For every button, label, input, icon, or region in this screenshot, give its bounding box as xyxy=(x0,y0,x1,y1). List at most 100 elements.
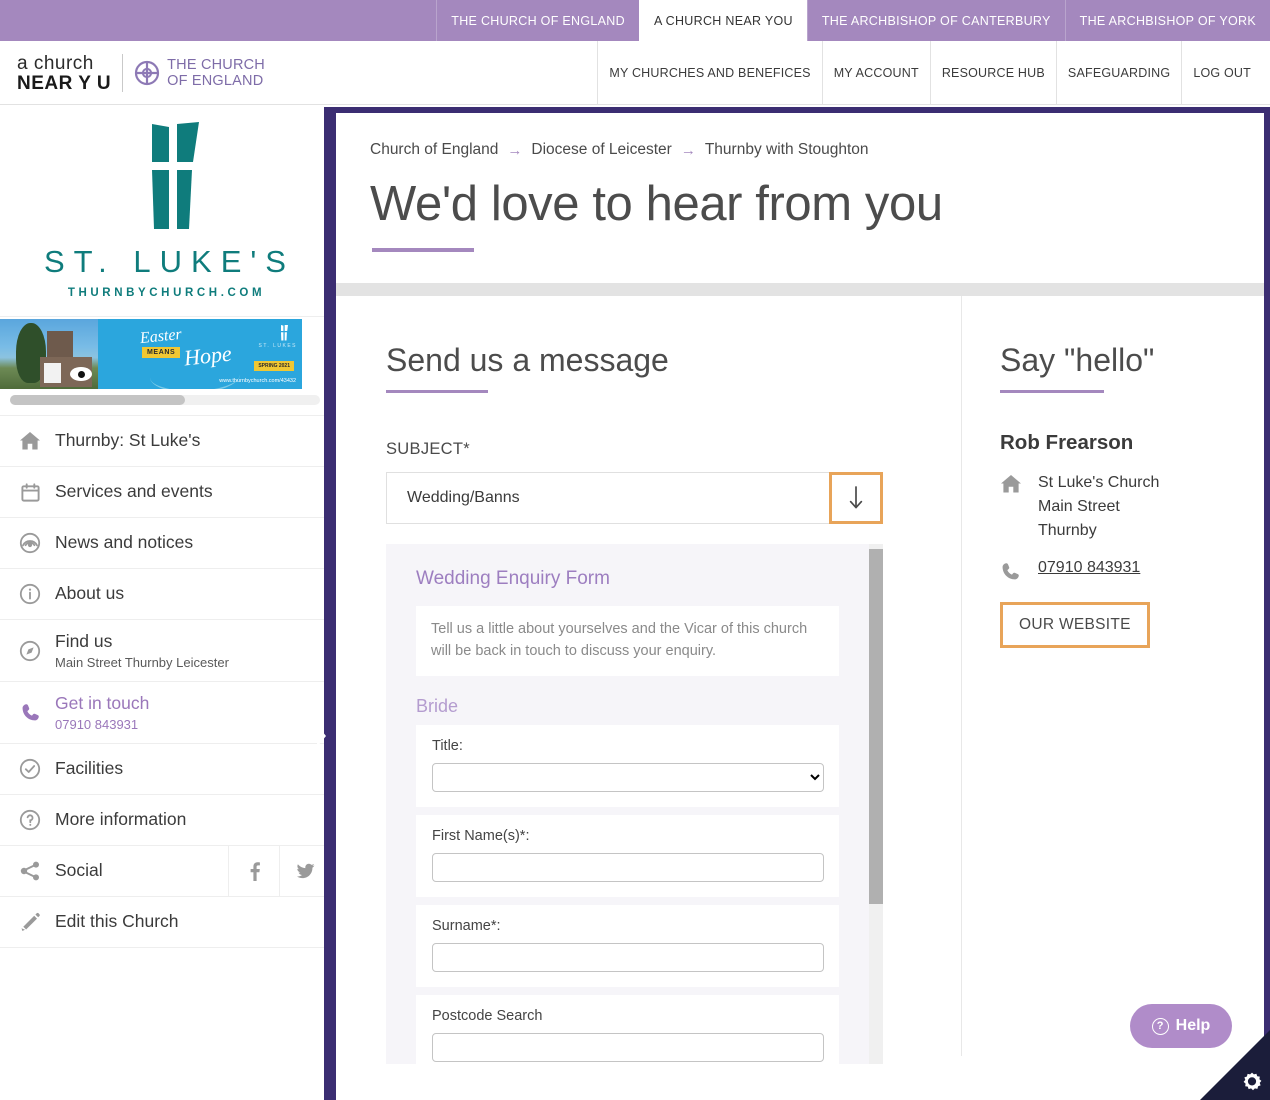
breadcrumb-item-thurnby-with-stoughton[interactable]: Thurnby with Stoughton xyxy=(705,141,869,159)
contact-person-name: Rob Frearson xyxy=(1000,431,1134,455)
first-names-input[interactable] xyxy=(432,852,824,882)
send-message-heading: Send us a message xyxy=(386,342,669,379)
wedding-enquiry-note: Tell us a little about yourselves and th… xyxy=(416,606,839,676)
contact-phone-link[interactable]: 07910 843931 xyxy=(1038,559,1140,582)
contact-address-line-3: Thurnby xyxy=(1038,522,1097,540)
header-nav-log-out[interactable]: LOG OUT xyxy=(1181,41,1262,105)
topbar-tab-church-of-england[interactable]: THE CHURCH OF ENGLAND xyxy=(436,0,639,41)
carousel-image-church-exterior[interactable] xyxy=(0,319,98,389)
st-lukes-cross-icon xyxy=(119,122,211,238)
subject-select-row: Wedding/Banns xyxy=(386,472,883,525)
question-mark-icon: ? xyxy=(1151,1017,1169,1035)
our-website-button[interactable]: OUR WEBSITE xyxy=(1000,602,1150,649)
carousel-strip: Easter MEANS Hope ST. LUKES SPRING 2021 … xyxy=(0,319,330,389)
sidebar-item-about-us[interactable]: About us xyxy=(0,569,330,620)
acny-wordmark: a church NEAR Y U xyxy=(17,54,111,93)
sidebar-item-social-text: Social xyxy=(55,860,103,882)
topbar-tab-a-church-near-you[interactable]: A CHURCH NEAR YOU xyxy=(638,0,807,41)
sidebar-item-get-in-touch-phone: 07910 843931 xyxy=(55,716,139,732)
sidebar-item-get-in-touch[interactable]: Get in touch 07910 843931 xyxy=(0,682,330,744)
carousel-hope-text: Hope xyxy=(182,340,233,371)
subject-select[interactable]: Wedding/Banns xyxy=(386,472,830,525)
title-select[interactable] xyxy=(432,762,824,792)
sidebar-item-edit-this-church[interactable]: Edit this Church xyxy=(0,897,330,948)
sidebar-item-more-information-text: More information xyxy=(55,809,186,831)
sidebar-item-social-label: Social xyxy=(55,860,103,881)
first-names-field-label: First Name(s)*: xyxy=(432,827,530,844)
header-nav-my-churches[interactable]: MY CHURCHES AND BENEFICES xyxy=(597,41,821,105)
content-separator-band xyxy=(336,283,1264,297)
topbar-tab-archbishop-canterbury[interactable]: THE ARCHBISHOP OF CANTERBURY xyxy=(806,0,1065,41)
breadcrumb-item-diocese-of-leicester[interactable]: Diocese of Leicester xyxy=(531,141,671,159)
carousel-brand-text: ST. LUKES xyxy=(258,343,297,349)
sidebar-item-news-and-notices[interactable]: News and notices xyxy=(0,518,330,569)
church-logo-subtitle: THURNBYCHURCH.COM xyxy=(67,287,266,299)
contact-phone-row: 07910 843931 xyxy=(1000,559,1264,582)
sidebar-item-home-text: Thurnby: St Luke's xyxy=(55,430,200,452)
surname-input[interactable] xyxy=(432,942,824,972)
breadcrumb-arrow-icon-2: → xyxy=(680,141,696,159)
field-group-postcode-search: Postcode Search Postcode Lookup xyxy=(416,994,839,1065)
sidebar-item-find-us-text: Find us Main Street Thurnby Leicester xyxy=(55,631,229,670)
carousel-image-easter-banner[interactable]: Easter MEANS Hope ST. LUKES SPRING 2021 … xyxy=(98,319,302,389)
check-circle-icon xyxy=(17,758,43,780)
contact-column: Say "hello" Rob Frearson St Luke's Churc… xyxy=(962,296,1264,1056)
breadcrumb: Church of England → Diocese of Leicester… xyxy=(336,113,1264,159)
carousel-scroll-thumb[interactable] xyxy=(10,395,185,405)
subject-label: SUBJECT* xyxy=(386,440,470,459)
phone-icon xyxy=(17,702,43,723)
wedding-enquiry-section-bride: Bride xyxy=(416,695,459,716)
sidebar-item-facilities-text: Facilities xyxy=(55,758,123,780)
eye-pupil xyxy=(77,370,85,378)
header-nav-resource-hub[interactable]: RESOURCE HUB xyxy=(929,41,1056,105)
image-carousel[interactable]: Easter MEANS Hope ST. LUKES SPRING 2021 … xyxy=(0,319,330,389)
global-topbar: THE CHURCH OF ENGLAND A CHURCH NEAR YOU … xyxy=(0,0,1270,41)
embed-scrollbar[interactable] xyxy=(869,544,883,1065)
home-icon xyxy=(1000,471,1026,543)
postcode-search-input[interactable] xyxy=(432,1032,824,1062)
sidebar-item-home[interactable]: Thurnby: St Luke's xyxy=(0,416,330,467)
sidebar-item-services-and-events[interactable]: Services and events xyxy=(0,467,330,518)
say-hello-heading: Say "hello" xyxy=(1000,342,1155,379)
surname-field-label: Surname*: xyxy=(432,917,501,934)
sidebar-item-news-label: News and notices xyxy=(55,532,194,553)
embed-scrollbar-thumb[interactable] xyxy=(869,549,883,905)
wedding-enquiry-inner: Wedding Enquiry Form Tell us a little ab… xyxy=(386,544,869,1065)
field-group-title: Title: xyxy=(416,724,839,807)
field-group-surname: Surname*: xyxy=(416,904,839,987)
church-of-england-cross-icon xyxy=(134,60,160,86)
sidebar-item-social[interactable]: Social xyxy=(0,846,330,897)
header-nav-safeguarding[interactable]: SAFEGUARDING xyxy=(1055,41,1181,105)
contact-address-row: St Luke's Church Main Street Thurnby xyxy=(1000,471,1264,543)
corner-settings-tab[interactable] xyxy=(1200,1030,1270,1100)
carousel-easter-text: Easter xyxy=(139,325,183,348)
sidebar-item-more-information[interactable]: More information xyxy=(0,795,330,846)
carousel-scrollbar[interactable] xyxy=(10,395,320,405)
down-arrow-icon[interactable] xyxy=(829,472,883,525)
eye-icon[interactable] xyxy=(70,367,92,381)
carousel-sign-shape xyxy=(44,363,61,383)
sidebar-item-services-label: Services and events xyxy=(55,481,213,502)
sidebar-item-get-in-touch-text: Get in touch 07910 843931 xyxy=(55,693,149,732)
carousel-means-text: MEANS xyxy=(142,347,181,358)
sidebar-item-facilities[interactable]: Facilities xyxy=(0,744,330,795)
sidebar-item-find-us-address: Main Street Thurnby Leicester xyxy=(55,654,229,670)
acny-line-1: a church xyxy=(17,52,94,74)
facebook-icon[interactable] xyxy=(228,846,279,896)
share-icon xyxy=(17,860,43,882)
site-logo[interactable]: a church NEAR Y U THE CHURCH OF ENGLAND xyxy=(17,51,265,95)
sidebar-collapse-chevron-icon[interactable] xyxy=(317,725,326,747)
header-nav-my-account[interactable]: MY ACCOUNT xyxy=(821,41,930,105)
wedding-enquiry-embed: Wedding Enquiry Form Tell us a little ab… xyxy=(386,544,883,1065)
header-nav: MY CHURCHES AND BENEFICES MY ACCOUNT RES… xyxy=(597,41,1262,105)
sidebar-nav: Thurnby: St Luke's Services and events N… xyxy=(0,415,330,948)
sidebar-item-facilities-label: Facilities xyxy=(55,758,124,779)
topbar-tab-archbishop-york[interactable]: THE ARCHBISHOP OF YORK xyxy=(1064,0,1270,41)
breadcrumb-item-church-of-england[interactable]: Church of England xyxy=(370,141,498,159)
gear-icon[interactable] xyxy=(1241,1071,1263,1093)
contact-address-line-2: Main Street xyxy=(1038,498,1120,516)
sidebar-item-find-us[interactable]: Find us Main Street Thurnby Leicester xyxy=(0,620,330,682)
twitter-icon[interactable] xyxy=(279,846,330,896)
content-columns: Send us a message SUBJECT* Wedding/Banns… xyxy=(336,296,1264,1065)
coe-wordmark: THE CHURCH OF ENGLAND xyxy=(167,57,265,89)
